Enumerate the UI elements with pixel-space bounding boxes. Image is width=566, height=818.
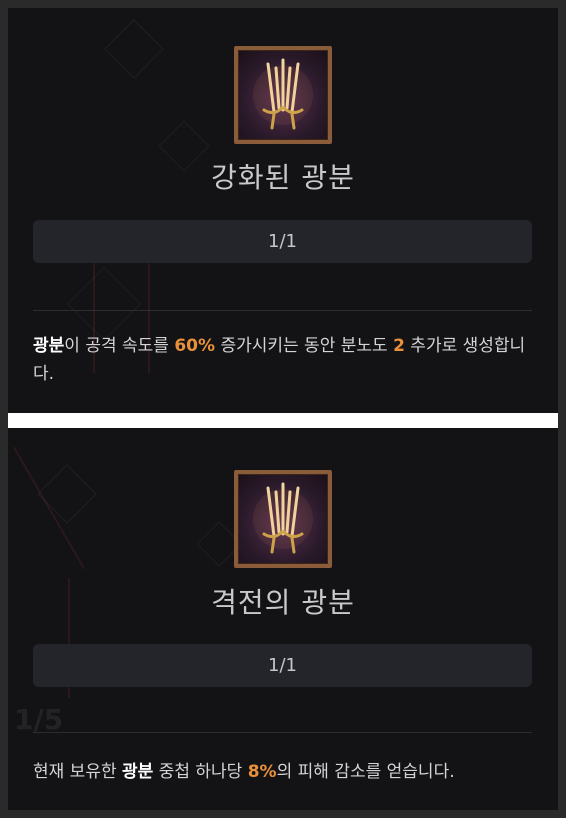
skill-title: 격전의 광분 <box>211 586 355 619</box>
skill-description: 광분이 공격 속도를 60% 증가시키는 동안 분노도 2 추가로 생성합니다. <box>33 332 538 388</box>
keyword-text: 광분 <box>33 336 65 356</box>
description-text: 현재 보유한 <box>33 762 123 782</box>
crossed-swords-icon <box>253 58 313 130</box>
skill-card-1: 강화된 광분 1/1 광분이 공격 속도를 60% 증가시키는 동안 분노도 2… <box>8 8 558 413</box>
description-text: 이 공격 속도를 <box>64 336 175 356</box>
description-text: 의 피해 감소를 얻습니다. <box>276 762 455 782</box>
skill-title: 강화된 광분 <box>211 161 355 194</box>
divider <box>33 732 532 733</box>
highlight-number: 2 <box>393 336 405 356</box>
description-text: 증가시키는 동안 분노도 <box>215 336 394 356</box>
skill-card-2: 1/5 격전의 광분 1/1 현재 보유한 광분 중첩 하나당 8%의 피해 감… <box>8 428 558 810</box>
rank-indicator: 1/1 <box>33 644 532 687</box>
keyword-text: 광분 <box>122 762 154 782</box>
bg-decoration <box>104 19 164 79</box>
highlight-number: 60% <box>174 336 216 356</box>
description-text: 중첩 하나당 <box>153 762 248 782</box>
crossed-swords-icon <box>253 482 313 554</box>
bg-decoration <box>37 464 97 524</box>
divider <box>33 310 532 311</box>
bg-decoration <box>67 267 141 341</box>
skill-icon-frame[interactable] <box>234 46 332 144</box>
rank-indicator: 1/1 <box>33 220 532 263</box>
highlight-number: 8% <box>247 762 277 782</box>
skill-description: 현재 보유한 광분 중첩 하나당 8%의 피해 감소를 얻습니다. <box>33 758 538 786</box>
skill-icon-frame[interactable] <box>234 470 332 568</box>
